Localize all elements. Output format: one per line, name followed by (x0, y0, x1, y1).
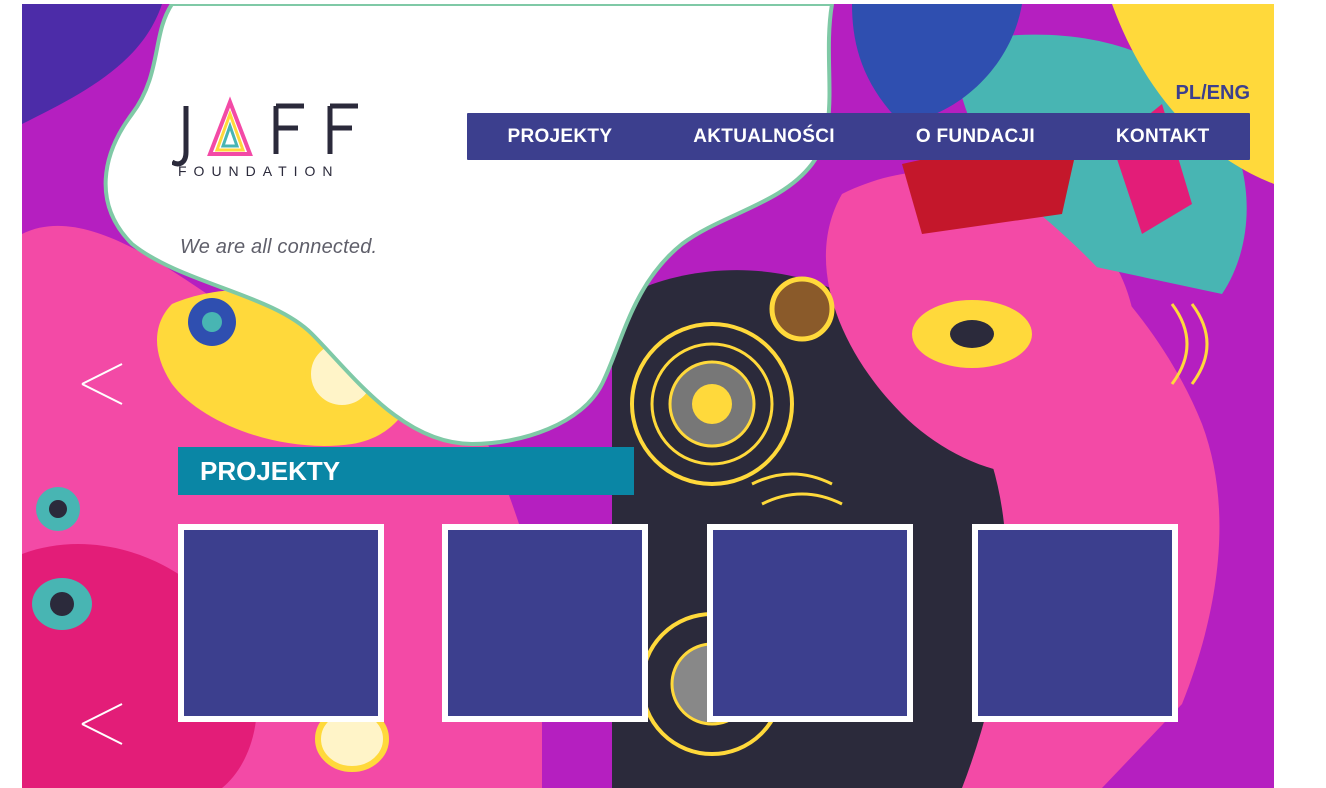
hero-banner: FOUNDATION We are all connected. PL/ENG … (22, 4, 1274, 788)
jaff-foundation-logo[interactable]: FOUNDATION (172, 94, 392, 184)
project-card-2[interactable] (442, 524, 648, 722)
nav-o-fundacji[interactable]: O FUNDACJI (916, 126, 1035, 148)
logo-subtitle: FOUNDATION (178, 163, 340, 179)
language-switcher: PL/ENG (1176, 82, 1250, 105)
project-card-3[interactable] (707, 524, 913, 722)
nav-kontakt[interactable]: KONTAKT (1116, 126, 1210, 148)
main-nav: PROJEKTY AKTUALNOŚCI O FUNDACJI KONTAKT (467, 113, 1250, 160)
project-card-4[interactable] (972, 524, 1178, 722)
nav-aktualnosci[interactable]: AKTUALNOŚCI (693, 126, 835, 148)
nav-projekty[interactable]: PROJEKTY (507, 126, 612, 148)
project-card-1[interactable] (178, 524, 384, 722)
section-title: PROJEKTY (200, 455, 341, 486)
tagline: We are all connected. (180, 236, 378, 258)
lang-pl[interactable]: PL (1176, 82, 1202, 104)
section-header-projekty: PROJEKTY (178, 447, 634, 495)
lang-eng[interactable]: ENG (1207, 82, 1250, 104)
